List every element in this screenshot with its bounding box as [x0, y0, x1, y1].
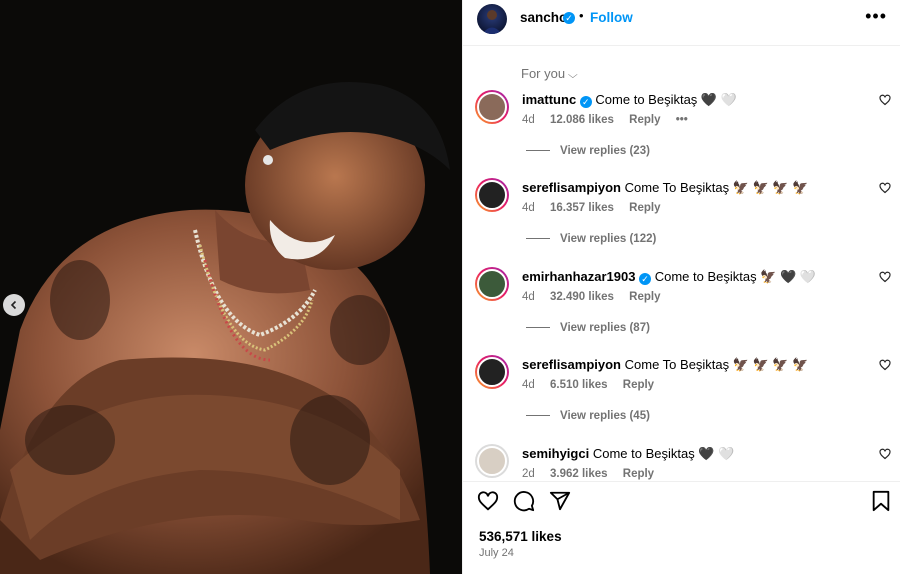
- comment-text: Come To Beşiktaş 🦅 🦅 🦅 🦅: [624, 180, 809, 195]
- view-replies-button[interactable]: View replies (122): [526, 233, 656, 245]
- comment-age: 4d: [522, 114, 535, 126]
- comment-age: 4d: [522, 202, 535, 214]
- comment-item: emirhanhazar1903 ✓ Come to Beşiktaş 🦅 🖤 …: [463, 267, 900, 347]
- commenter-avatar[interactable]: [475, 90, 509, 124]
- comment-like-heart-icon[interactable]: [879, 182, 891, 194]
- verified-badge-icon: ✓: [579, 96, 592, 108]
- comment-options-button[interactable]: •••: [676, 114, 688, 126]
- replies-divider: [526, 238, 550, 240]
- post-photo: [0, 0, 462, 574]
- post-header: sancho ✓ • Follow •••: [463, 0, 900, 37]
- comment-likes[interactable]: 3.962 likes: [550, 468, 608, 480]
- reply-button[interactable]: Reply: [623, 379, 654, 391]
- comment-likes[interactable]: 6.510 likes: [550, 379, 608, 391]
- reply-button[interactable]: Reply: [629, 202, 660, 214]
- reply-button[interactable]: Reply: [629, 291, 660, 303]
- commenter-avatar[interactable]: [475, 444, 509, 478]
- comment-likes[interactable]: 32.490 likes: [550, 291, 614, 303]
- reply-button[interactable]: Reply: [629, 114, 660, 126]
- comment-line: sereflisampiyon Come To Beşiktaş 🦅 🦅 🦅 🦅: [522, 357, 808, 373]
- chevron-left-icon: [10, 300, 17, 310]
- comment-line: emirhanhazar1903 ✓ Come to Beşiktaş 🦅 🖤 …: [522, 269, 816, 285]
- comment-likes[interactable]: 16.357 likes: [550, 202, 614, 214]
- comment-icon[interactable]: [513, 490, 535, 512]
- view-replies-label: View replies (122): [560, 233, 657, 245]
- view-replies-button[interactable]: View replies (23): [526, 145, 650, 157]
- comment-meta: 4d 16.357 likes Reply: [522, 202, 672, 214]
- post-image: [0, 0, 462, 574]
- comment-like-heart-icon[interactable]: [879, 94, 891, 106]
- verified-badge-icon: ✓: [639, 273, 652, 285]
- author-avatar[interactable]: [477, 4, 507, 34]
- comment-meta: 4d 6.510 likes Reply: [522, 379, 666, 391]
- comments-list[interactable]: imattunc ✓ Come to Beşiktaş 🖤 🤍 4d 12.08…: [463, 80, 900, 481]
- view-replies-button[interactable]: View replies (87): [526, 322, 650, 334]
- comment-line: sereflisampiyon Come To Beşiktaş 🦅 🦅 🦅 🦅: [522, 180, 808, 196]
- verified-badge-icon: ✓: [563, 12, 575, 24]
- comment-like-heart-icon[interactable]: [879, 271, 891, 283]
- comment-like-heart-icon[interactable]: [879, 448, 891, 460]
- commenter-username[interactable]: sereflisampiyon: [522, 357, 621, 372]
- author-avatar-image: [482, 10, 502, 34]
- commenter-avatar[interactable]: [475, 178, 509, 212]
- view-replies-label: View replies (45): [560, 410, 650, 422]
- post-date[interactable]: July 24: [479, 547, 514, 559]
- bookmark-icon[interactable]: [871, 490, 891, 512]
- comment-item: sereflisampiyon Come To Beşiktaş 🦅 🦅 🦅 🦅…: [463, 178, 900, 258]
- view-replies-label: View replies (23): [560, 145, 650, 157]
- post-actions-bar: [463, 490, 900, 518]
- comment-meta: 2d 3.962 likes Reply: [522, 468, 666, 480]
- more-options-button[interactable]: •••: [865, 6, 887, 27]
- replies-divider: [526, 327, 550, 329]
- share-icon[interactable]: [549, 490, 571, 512]
- previous-image-button[interactable]: [3, 294, 25, 316]
- commenter-avatar[interactable]: [475, 355, 509, 389]
- comment-text: Come To Beşiktaş 🦅 🦅 🦅 🦅: [624, 357, 809, 372]
- dot-separator: •: [579, 8, 584, 23]
- comment-text: Come to Beşiktaş 🖤 🤍: [595, 92, 737, 107]
- view-replies-label: View replies (87): [560, 322, 650, 334]
- replies-divider: [526, 415, 550, 417]
- comment-likes[interactable]: 12.086 likes: [550, 114, 614, 126]
- commenter-avatar[interactable]: [475, 267, 509, 301]
- comment-age: 4d: [522, 379, 535, 391]
- reply-button[interactable]: Reply: [623, 468, 654, 480]
- comment-item: semihyigci Come to Beşiktaş 🖤 🤍 2d 3.962…: [463, 444, 900, 481]
- view-replies-button[interactable]: View replies (45): [526, 410, 650, 422]
- comment-age: 2d: [522, 468, 535, 480]
- comment-like-heart-icon[interactable]: [879, 359, 891, 371]
- comment-item: imattunc ✓ Come to Beşiktaş 🖤 🤍 4d 12.08…: [463, 90, 900, 170]
- comment-sort-dropdown[interactable]: For you ⌵: [521, 66, 578, 81]
- header-divider: [463, 45, 900, 46]
- comment-age: 4d: [522, 291, 535, 303]
- commenter-username[interactable]: sereflisampiyon: [522, 180, 621, 195]
- comment-line: semihyigci Come to Beşiktaş 🖤 🤍: [522, 446, 734, 462]
- commenter-username[interactable]: semihyigci: [522, 446, 589, 461]
- comment-meta: 4d 32.490 likes Reply: [522, 291, 672, 303]
- commenter-username[interactable]: imattunc: [522, 92, 576, 107]
- replies-divider: [526, 150, 550, 152]
- post-viewer: sancho ✓ • Follow ••• For you ⌵ imattunc …: [0, 0, 900, 574]
- comment-text: Come to Beşiktaş 🖤 🤍: [592, 446, 735, 461]
- comment-sort-label: For you: [521, 66, 566, 81]
- comment-meta: 4d 12.086 likes Reply •••: [522, 114, 700, 126]
- follow-button[interactable]: Follow: [590, 10, 633, 25]
- comment-text: Come to Beşiktaş 🦅 🖤 🤍: [654, 269, 816, 284]
- commenter-username[interactable]: emirhanhazar1903: [522, 269, 635, 284]
- actions-divider: [463, 481, 900, 482]
- post-likes-count[interactable]: 536,571 likes: [479, 529, 562, 544]
- heart-icon[interactable]: [477, 490, 499, 512]
- comment-item: sereflisampiyon Come To Beşiktaş 🦅 🦅 🦅 🦅…: [463, 355, 900, 435]
- post-side-panel: sancho ✓ • Follow ••• For you ⌵ imattunc …: [462, 0, 900, 574]
- comment-line: imattunc ✓ Come to Beşiktaş 🖤 🤍: [522, 92, 737, 108]
- author-username[interactable]: sancho: [520, 10, 567, 25]
